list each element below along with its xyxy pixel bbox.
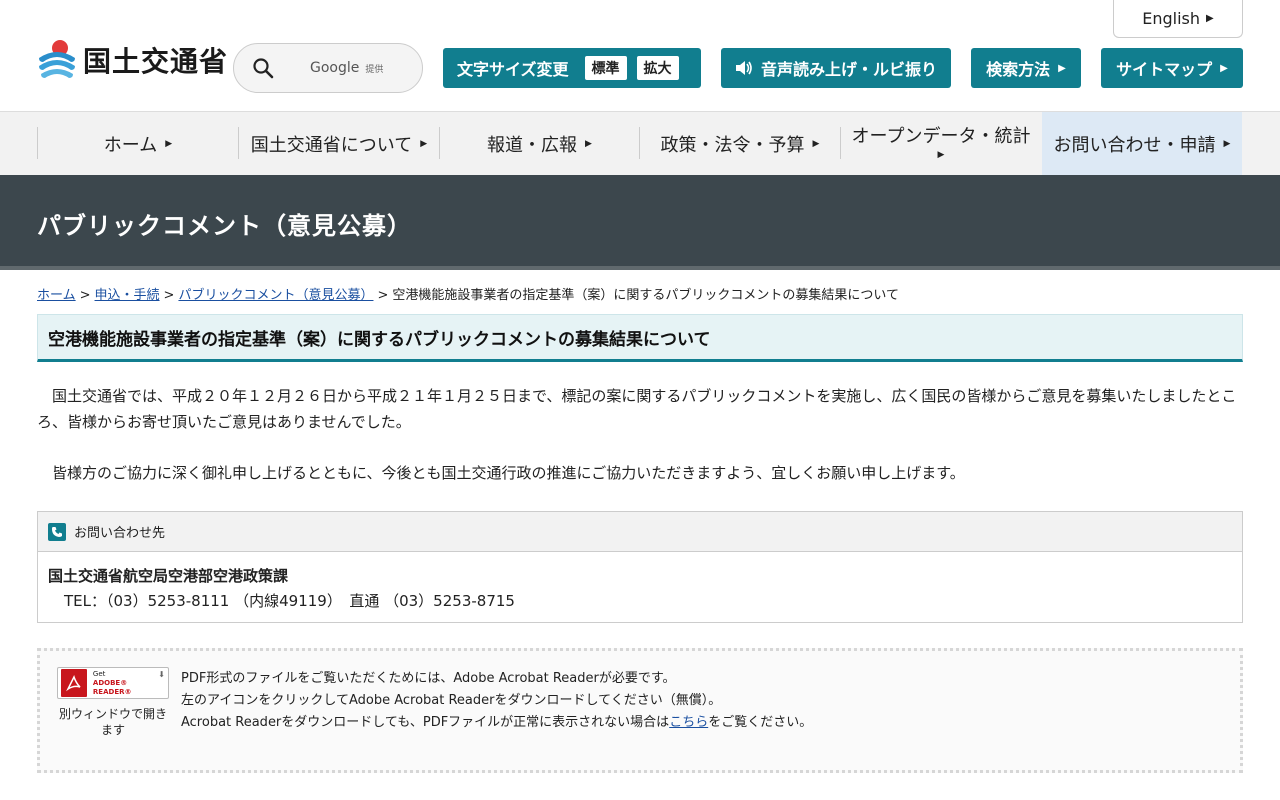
nav-item-label: 政策・法令・予算: [660, 134, 805, 156]
english-label: English: [1142, 9, 1201, 28]
pdf-line-3-suffix: をご覧ください。: [708, 715, 813, 730]
site-logo[interactable]: 国土交通省: [37, 37, 228, 83]
nav-item-opendata[interactable]: オープンデータ・統計 ▶: [841, 112, 1041, 175]
phone-icon: [48, 522, 66, 541]
page-title: 空港機能施設事業者の指定基準（案）に関するパブリックコメントの募集結果について: [37, 314, 1243, 362]
pdf-help-link[interactable]: こちら: [669, 715, 708, 730]
arrow-right-icon: ▶: [1223, 138, 1231, 149]
breadcrumb-separator: >: [377, 288, 389, 303]
nav-item-press[interactable]: 報道・広報 ▶: [440, 112, 639, 175]
adobe-reader-text: Get ADOBE® READER®: [93, 670, 168, 697]
nav-item-policy[interactable]: 政策・法令・予算 ▶: [640, 112, 840, 175]
pdf-icon: [61, 669, 87, 697]
arrow-right-icon: ▶: [585, 138, 592, 149]
voice-reading-button[interactable]: 音声読み上げ・ルビ振り: [721, 48, 951, 88]
nav-item-label: ホーム: [103, 134, 158, 156]
body-paragraph: 皆様方のご協力に深く御礼申し上げるとともに、今後とも国土交通行政の推進にご協力い…: [52, 464, 965, 482]
contact-heading-bar: お問い合わせ先: [38, 512, 1242, 552]
nav-item-label: お問い合わせ・申請: [1053, 134, 1216, 156]
breadcrumb-application-link[interactable]: 申込・手続: [95, 288, 160, 303]
nav-item-label: 国土交通省について: [250, 134, 413, 156]
breadcrumb-separator: >: [163, 288, 175, 303]
nav-item-label: オープンデータ・統計: [851, 126, 1031, 148]
contact-organization: 国土交通省航空局空港部空港政策課: [48, 567, 289, 585]
arrow-right-icon: ▶: [1058, 62, 1066, 74]
arrow-right-icon: ▶: [812, 138, 820, 149]
logo-text: 国土交通省: [83, 45, 229, 78]
pdf-line-1: PDF形式のファイルをご覧いただくためには、Adobe Acrobat Read…: [181, 671, 676, 686]
arrow-right-icon: ▶: [420, 138, 428, 149]
contact-heading: お問い合わせ先: [74, 526, 166, 541]
arrow-right-icon: ▶: [1206, 13, 1214, 24]
mlit-logo-icon: [39, 40, 75, 78]
pdf-instructions: PDF形式のファイルをご覧いただくためには、Adobe Acrobat Read…: [181, 668, 812, 734]
arrow-right-icon: ▶: [937, 149, 945, 160]
english-button[interactable]: English ▶: [1113, 0, 1243, 38]
search-method-label: 検索方法: [986, 60, 1051, 79]
arrow-right-icon: ▶: [1220, 62, 1228, 74]
body-paragraph: 国土交通省では、平成２０年１２月２６日から平成２１年１月２５日まで、標記の案に関…: [37, 387, 1237, 431]
breadcrumb-public-comment-link[interactable]: パブリックコメント（意見公募）: [178, 288, 373, 303]
new-window-note: 別ウィンドウで開きます: [58, 707, 167, 737]
pdf-line-2: 左のアイコンをクリックしてAdobe Acrobat Readerをダウンロード…: [181, 693, 722, 708]
font-size-large-button[interactable]: 拡大: [636, 56, 679, 80]
nav-item-home[interactable]: ホーム ▶: [38, 112, 238, 175]
breadcrumb: ホーム > 申込・手続 > パブリックコメント（意見公募） > 空港機能施設事業者の指定基準…: [37, 284, 899, 303]
font-size-standard-button[interactable]: 標準: [584, 56, 627, 80]
contact-body: 国土交通省航空局空港部空港政策課 TEL：（03）5253-8111 （内線49…: [38, 552, 1242, 626]
search-provider: Google: [310, 60, 360, 76]
search-provider-suffix: 提供: [365, 64, 384, 75]
arrow-right-icon: ▶: [165, 138, 173, 149]
sitemap-button[interactable]: サイトマップ ▶: [1101, 48, 1243, 88]
adobe-get: Get: [92, 669, 106, 678]
search-method-button[interactable]: 検索方法 ▶: [971, 48, 1081, 88]
section-banner: パブリックコメント（意見公募）: [0, 175, 1280, 270]
nav-item-contact[interactable]: お問い合わせ・申請 ▶: [1042, 112, 1242, 175]
section-title: パブリックコメント（意見公募）: [37, 212, 412, 240]
sitemap-label: サイトマップ: [1116, 60, 1213, 79]
font-size-label: 文字サイズ変更: [457, 60, 569, 79]
speaker-icon: [735, 61, 752, 75]
search-input[interactable]: Google 提供: [233, 43, 423, 93]
download-icon: ⬇: [158, 670, 165, 679]
nav-item-label: 報道・広報: [487, 134, 578, 156]
global-nav: ホーム ▶ 国土交通省について ▶ 報道・広報 ▶ 政策・法令・予算 ▶ オープンデータ…: [0, 111, 1280, 175]
breadcrumb-separator: >: [79, 288, 91, 303]
nav-item-about[interactable]: 国土交通省について ▶: [239, 112, 439, 175]
contact-box: お問い合わせ先 国土交通省航空局空港部空港政策課 TEL：（03）5253-81…: [37, 511, 1243, 623]
search-icon: [253, 58, 274, 79]
adobe-reader-download-button[interactable]: Get ADOBE® READER® ⬇: [57, 667, 169, 699]
breadcrumb-current: 空港機能施設事業者の指定基準（案）に関するパブリックコメントの募集結果について: [392, 288, 899, 303]
pdf-notice-box: Get ADOBE® READER® ⬇ 別ウィンドウで開きます PDF形式のフ…: [37, 648, 1243, 773]
adobe-reader-name: ADOBE® READER®: [92, 678, 132, 696]
pdf-line-3-prefix: Acrobat Readerをダウンロードしても、PDFファイルが正常に表示され…: [181, 715, 670, 730]
voice-label: 音声読み上げ・ルビ振り: [760, 60, 937, 79]
pdf-line-3: Acrobat Readerをダウンロードしても、PDFファイルが正常に表示され…: [181, 712, 812, 734]
font-size-control: 文字サイズ変更 標準 拡大: [443, 48, 701, 88]
contact-tel: TEL：（03）5253-8111 （内線49119） 直通 （03）5253-…: [64, 592, 515, 610]
breadcrumb-home-link[interactable]: ホーム: [37, 288, 76, 303]
